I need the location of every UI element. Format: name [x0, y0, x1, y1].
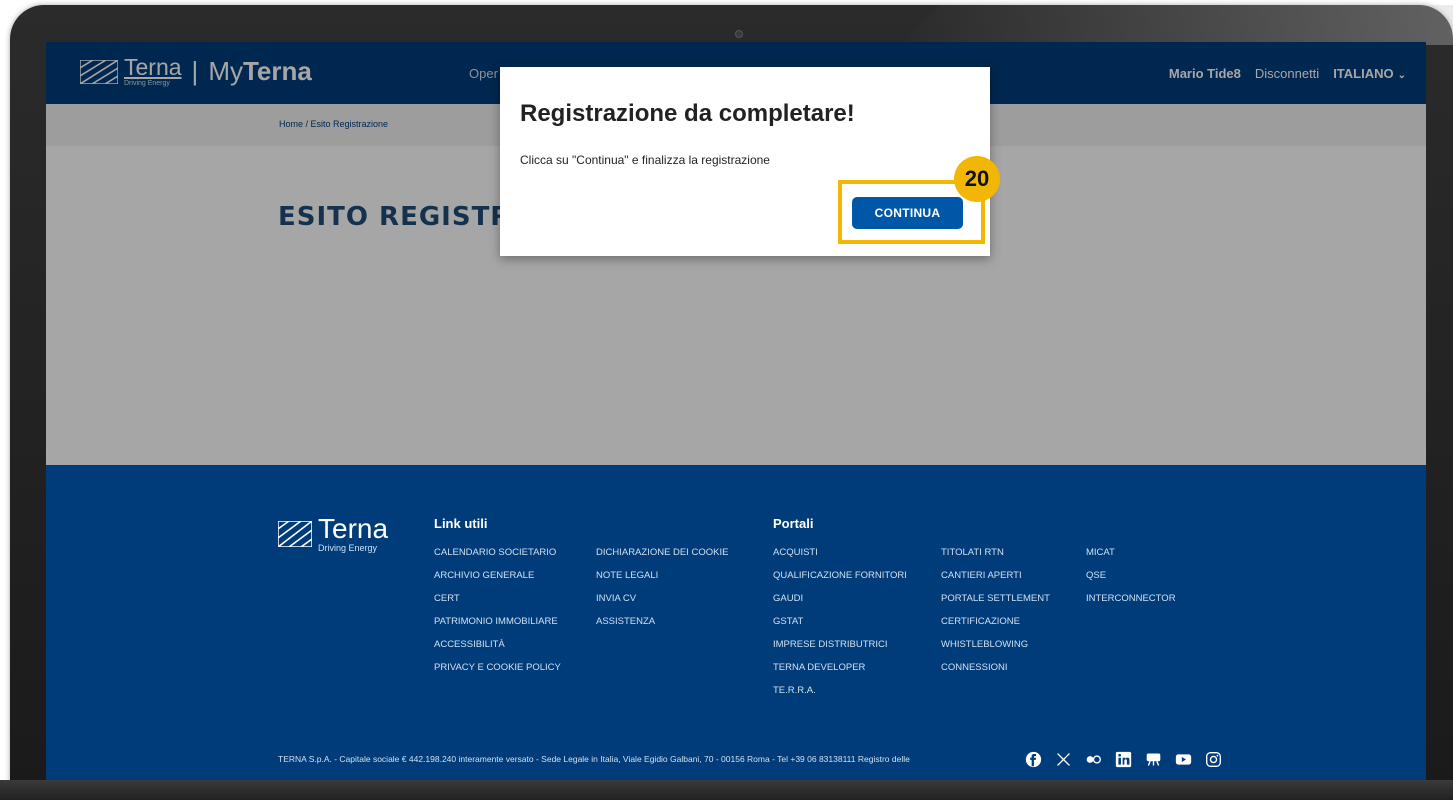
footer-link[interactable]: CERT	[434, 587, 561, 610]
link-utili-list-2: DICHIARAZIONE DEI COOKIE NOTE LEGALI INVIA…	[596, 541, 729, 633]
laptop-base	[0, 780, 1453, 800]
flickr-icon[interactable]	[1084, 750, 1102, 768]
modal-title: Registrazione da completare!	[520, 100, 855, 127]
footer-link[interactable]: CONNESSIONI	[941, 656, 1050, 679]
footer-link[interactable]: TERNA DEVELOPER	[773, 656, 907, 679]
continue-button[interactable]: CONTINUA	[852, 197, 963, 229]
registration-modal: Registrazione da completare! Clicca su "…	[500, 67, 990, 256]
link-utili-list-1: CALENDARIO SOCIETARIO ARCHIVIO GENERALE CE…	[434, 541, 561, 679]
footer-link[interactable]: WHISTLEBLOWING	[941, 633, 1050, 656]
footer-link[interactable]: CERTIFICAZIONE	[941, 610, 1050, 633]
footer-link[interactable]: IMPRESE DISTRIBUTRICI	[773, 633, 907, 656]
linkedin-icon[interactable]	[1114, 750, 1132, 768]
footer-link[interactable]: TITOLATI RTN	[941, 541, 1050, 564]
footer-brand-name: Terna	[318, 513, 389, 544]
bezel-glare	[900, 5, 1453, 45]
footer-logo[interactable]: Terna Driving Energy	[278, 515, 388, 553]
footer-link[interactable]: QUALIFICAZIONE FORNITORI	[773, 564, 907, 587]
legal-text: TERNA S.p.A. - Capitale sociale € 442.19…	[278, 754, 910, 764]
link-utili-title: Link utili	[434, 516, 488, 531]
footer-link[interactable]: TE.R.R.A.	[773, 679, 907, 702]
site-footer: Terna Driving Energy Link utili CALENDAR…	[46, 465, 1426, 780]
footer-link[interactable]: CALENDARIO SOCIETARIO	[434, 541, 561, 564]
footer-link[interactable]: ASSISTENZA	[596, 610, 729, 633]
footer-link[interactable]: GSTAT	[773, 610, 907, 633]
portali-list-3: MICAT QSE INTERCONNECTOR	[1086, 541, 1176, 610]
footer-link[interactable]: QSE	[1086, 564, 1176, 587]
terna-logo-icon	[278, 521, 312, 547]
footer-link[interactable]: PRIVACY E COOKIE POLICY	[434, 656, 561, 679]
footer-link[interactable]: ARCHIVIO GENERALE	[434, 564, 561, 587]
x-icon[interactable]	[1054, 750, 1072, 768]
portali-title: Portali	[773, 516, 814, 531]
instagram-icon[interactable]	[1204, 750, 1222, 768]
youtube-icon[interactable]	[1174, 750, 1192, 768]
footer-link[interactable]: GAUDI	[773, 587, 907, 610]
modal-message: Clicca su "Continua" e finalizza la regi…	[520, 153, 770, 167]
facebook-icon[interactable]	[1024, 750, 1042, 768]
footer-brand-tagline: Driving Energy	[318, 543, 378, 553]
step-number-badge: 20	[954, 156, 1000, 202]
footer-link[interactable]: NOTE LEGALI	[596, 564, 729, 587]
social-links	[1024, 750, 1222, 768]
footer-link[interactable]: MICAT	[1086, 541, 1176, 564]
footer-link[interactable]: CANTIERI APERTI	[941, 564, 1050, 587]
webcam	[735, 30, 743, 38]
footer-link[interactable]: ACQUISTI	[773, 541, 907, 564]
hub-icon[interactable]	[1144, 750, 1162, 768]
footer-link[interactable]: PATRIMONIO IMMOBILIARE	[434, 610, 561, 633]
portali-list-2: TITOLATI RTN CANTIERI APERTI PORTALE SETTL…	[941, 541, 1050, 679]
footer-link[interactable]: PORTALE SETTLEMENT	[941, 587, 1050, 610]
footer-link[interactable]: INTERCONNECTOR	[1086, 587, 1176, 610]
footer-link[interactable]: DICHIARAZIONE DEI COOKIE	[596, 541, 729, 564]
footer-link[interactable]: ACCESSIBILITÀ	[434, 633, 561, 656]
portali-list-1: ACQUISTI QUALIFICAZIONE FORNITORI GAUDI GST…	[773, 541, 907, 702]
browser-screen: Terna Driving Energy | MyTerna Oper Mari…	[46, 42, 1426, 780]
footer-link[interactable]: INVIA CV	[596, 587, 729, 610]
